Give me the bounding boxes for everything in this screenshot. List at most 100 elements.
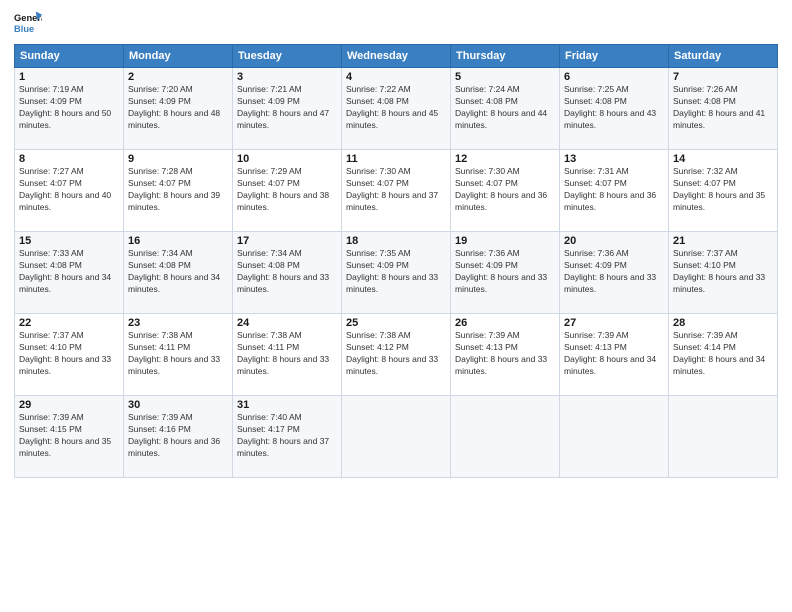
calendar-cell <box>342 396 451 478</box>
calendar-week-2: 8Sunrise: 7:27 AMSunset: 4:07 PMDaylight… <box>15 150 778 232</box>
day-info: Sunrise: 7:26 AMSunset: 4:08 PMDaylight:… <box>673 84 773 132</box>
calendar-cell <box>451 396 560 478</box>
day-info: Sunrise: 7:22 AMSunset: 4:08 PMDaylight:… <box>346 84 446 132</box>
day-number: 7 <box>673 71 773 83</box>
calendar-cell: 4Sunrise: 7:22 AMSunset: 4:08 PMDaylight… <box>342 68 451 150</box>
day-info: Sunrise: 7:35 AMSunset: 4:09 PMDaylight:… <box>346 248 446 296</box>
day-info: Sunrise: 7:32 AMSunset: 4:07 PMDaylight:… <box>673 166 773 214</box>
day-info: Sunrise: 7:30 AMSunset: 4:07 PMDaylight:… <box>346 166 446 214</box>
calendar-cell: 8Sunrise: 7:27 AMSunset: 4:07 PMDaylight… <box>15 150 124 232</box>
day-info: Sunrise: 7:19 AMSunset: 4:09 PMDaylight:… <box>19 84 119 132</box>
calendar-cell: 31Sunrise: 7:40 AMSunset: 4:17 PMDayligh… <box>233 396 342 478</box>
calendar-cell: 22Sunrise: 7:37 AMSunset: 4:10 PMDayligh… <box>15 314 124 396</box>
day-info: Sunrise: 7:34 AMSunset: 4:08 PMDaylight:… <box>128 248 228 296</box>
calendar-cell: 17Sunrise: 7:34 AMSunset: 4:08 PMDayligh… <box>233 232 342 314</box>
calendar-cell: 6Sunrise: 7:25 AMSunset: 4:08 PMDaylight… <box>560 68 669 150</box>
day-info: Sunrise: 7:37 AMSunset: 4:10 PMDaylight:… <box>673 248 773 296</box>
day-info: Sunrise: 7:27 AMSunset: 4:07 PMDaylight:… <box>19 166 119 214</box>
day-info: Sunrise: 7:36 AMSunset: 4:09 PMDaylight:… <box>564 248 664 296</box>
day-info: Sunrise: 7:25 AMSunset: 4:08 PMDaylight:… <box>564 84 664 132</box>
calendar-table: SundayMondayTuesdayWednesdayThursdayFrid… <box>14 44 778 478</box>
calendar-week-5: 29Sunrise: 7:39 AMSunset: 4:15 PMDayligh… <box>15 396 778 478</box>
day-info: Sunrise: 7:39 AMSunset: 4:13 PMDaylight:… <box>564 330 664 378</box>
calendar-cell: 23Sunrise: 7:38 AMSunset: 4:11 PMDayligh… <box>124 314 233 396</box>
logo-icon: General Blue <box>14 10 42 38</box>
calendar-cell: 20Sunrise: 7:36 AMSunset: 4:09 PMDayligh… <box>560 232 669 314</box>
day-info: Sunrise: 7:37 AMSunset: 4:10 PMDaylight:… <box>19 330 119 378</box>
day-number: 30 <box>128 399 228 411</box>
day-number: 6 <box>564 71 664 83</box>
day-info: Sunrise: 7:28 AMSunset: 4:07 PMDaylight:… <box>128 166 228 214</box>
calendar-cell: 7Sunrise: 7:26 AMSunset: 4:08 PMDaylight… <box>669 68 778 150</box>
day-number: 11 <box>346 153 446 165</box>
day-info: Sunrise: 7:39 AMSunset: 4:15 PMDaylight:… <box>19 412 119 460</box>
day-info: Sunrise: 7:21 AMSunset: 4:09 PMDaylight:… <box>237 84 337 132</box>
calendar-header-row: SundayMondayTuesdayWednesdayThursdayFrid… <box>15 45 778 68</box>
day-number: 3 <box>237 71 337 83</box>
col-header-wednesday: Wednesday <box>342 45 451 68</box>
calendar-cell: 2Sunrise: 7:20 AMSunset: 4:09 PMDaylight… <box>124 68 233 150</box>
day-info: Sunrise: 7:30 AMSunset: 4:07 PMDaylight:… <box>455 166 555 214</box>
day-info: Sunrise: 7:24 AMSunset: 4:08 PMDaylight:… <box>455 84 555 132</box>
day-info: Sunrise: 7:20 AMSunset: 4:09 PMDaylight:… <box>128 84 228 132</box>
calendar-cell: 16Sunrise: 7:34 AMSunset: 4:08 PMDayligh… <box>124 232 233 314</box>
calendar-cell: 29Sunrise: 7:39 AMSunset: 4:15 PMDayligh… <box>15 396 124 478</box>
calendar-cell: 11Sunrise: 7:30 AMSunset: 4:07 PMDayligh… <box>342 150 451 232</box>
day-number: 2 <box>128 71 228 83</box>
calendar-cell: 24Sunrise: 7:38 AMSunset: 4:11 PMDayligh… <box>233 314 342 396</box>
calendar-cell: 12Sunrise: 7:30 AMSunset: 4:07 PMDayligh… <box>451 150 560 232</box>
day-number: 8 <box>19 153 119 165</box>
day-info: Sunrise: 7:29 AMSunset: 4:07 PMDaylight:… <box>237 166 337 214</box>
day-number: 28 <box>673 317 773 329</box>
day-info: Sunrise: 7:36 AMSunset: 4:09 PMDaylight:… <box>455 248 555 296</box>
day-number: 1 <box>19 71 119 83</box>
day-info: Sunrise: 7:33 AMSunset: 4:08 PMDaylight:… <box>19 248 119 296</box>
day-number: 21 <box>673 235 773 247</box>
calendar-cell <box>669 396 778 478</box>
day-number: 27 <box>564 317 664 329</box>
day-number: 17 <box>237 235 337 247</box>
day-number: 13 <box>564 153 664 165</box>
day-number: 14 <box>673 153 773 165</box>
calendar-cell: 21Sunrise: 7:37 AMSunset: 4:10 PMDayligh… <box>669 232 778 314</box>
calendar-cell: 1Sunrise: 7:19 AMSunset: 4:09 PMDaylight… <box>15 68 124 150</box>
day-number: 10 <box>237 153 337 165</box>
day-number: 24 <box>237 317 337 329</box>
day-number: 25 <box>346 317 446 329</box>
day-number: 15 <box>19 235 119 247</box>
col-header-tuesday: Tuesday <box>233 45 342 68</box>
header: General Blue <box>14 10 778 38</box>
day-info: Sunrise: 7:40 AMSunset: 4:17 PMDaylight:… <box>237 412 337 460</box>
calendar-cell: 25Sunrise: 7:38 AMSunset: 4:12 PMDayligh… <box>342 314 451 396</box>
calendar-cell: 14Sunrise: 7:32 AMSunset: 4:07 PMDayligh… <box>669 150 778 232</box>
day-number: 19 <box>455 235 555 247</box>
col-header-monday: Monday <box>124 45 233 68</box>
day-number: 20 <box>564 235 664 247</box>
calendar-cell: 27Sunrise: 7:39 AMSunset: 4:13 PMDayligh… <box>560 314 669 396</box>
day-info: Sunrise: 7:31 AMSunset: 4:07 PMDaylight:… <box>564 166 664 214</box>
day-number: 22 <box>19 317 119 329</box>
calendar-cell: 30Sunrise: 7:39 AMSunset: 4:16 PMDayligh… <box>124 396 233 478</box>
day-info: Sunrise: 7:39 AMSunset: 4:14 PMDaylight:… <box>673 330 773 378</box>
page: General Blue SundayMondayTuesdayWednesda… <box>0 0 792 612</box>
day-number: 9 <box>128 153 228 165</box>
day-number: 29 <box>19 399 119 411</box>
day-info: Sunrise: 7:38 AMSunset: 4:11 PMDaylight:… <box>128 330 228 378</box>
col-header-friday: Friday <box>560 45 669 68</box>
day-number: 12 <box>455 153 555 165</box>
day-number: 5 <box>455 71 555 83</box>
day-info: Sunrise: 7:38 AMSunset: 4:12 PMDaylight:… <box>346 330 446 378</box>
calendar-cell: 28Sunrise: 7:39 AMSunset: 4:14 PMDayligh… <box>669 314 778 396</box>
svg-text:Blue: Blue <box>14 24 34 34</box>
day-number: 31 <box>237 399 337 411</box>
calendar-cell: 15Sunrise: 7:33 AMSunset: 4:08 PMDayligh… <box>15 232 124 314</box>
calendar-week-1: 1Sunrise: 7:19 AMSunset: 4:09 PMDaylight… <box>15 68 778 150</box>
col-header-saturday: Saturday <box>669 45 778 68</box>
calendar-week-4: 22Sunrise: 7:37 AMSunset: 4:10 PMDayligh… <box>15 314 778 396</box>
calendar-cell: 18Sunrise: 7:35 AMSunset: 4:09 PMDayligh… <box>342 232 451 314</box>
calendar-cell: 10Sunrise: 7:29 AMSunset: 4:07 PMDayligh… <box>233 150 342 232</box>
day-number: 16 <box>128 235 228 247</box>
day-info: Sunrise: 7:34 AMSunset: 4:08 PMDaylight:… <box>237 248 337 296</box>
calendar-cell: 13Sunrise: 7:31 AMSunset: 4:07 PMDayligh… <box>560 150 669 232</box>
day-number: 26 <box>455 317 555 329</box>
